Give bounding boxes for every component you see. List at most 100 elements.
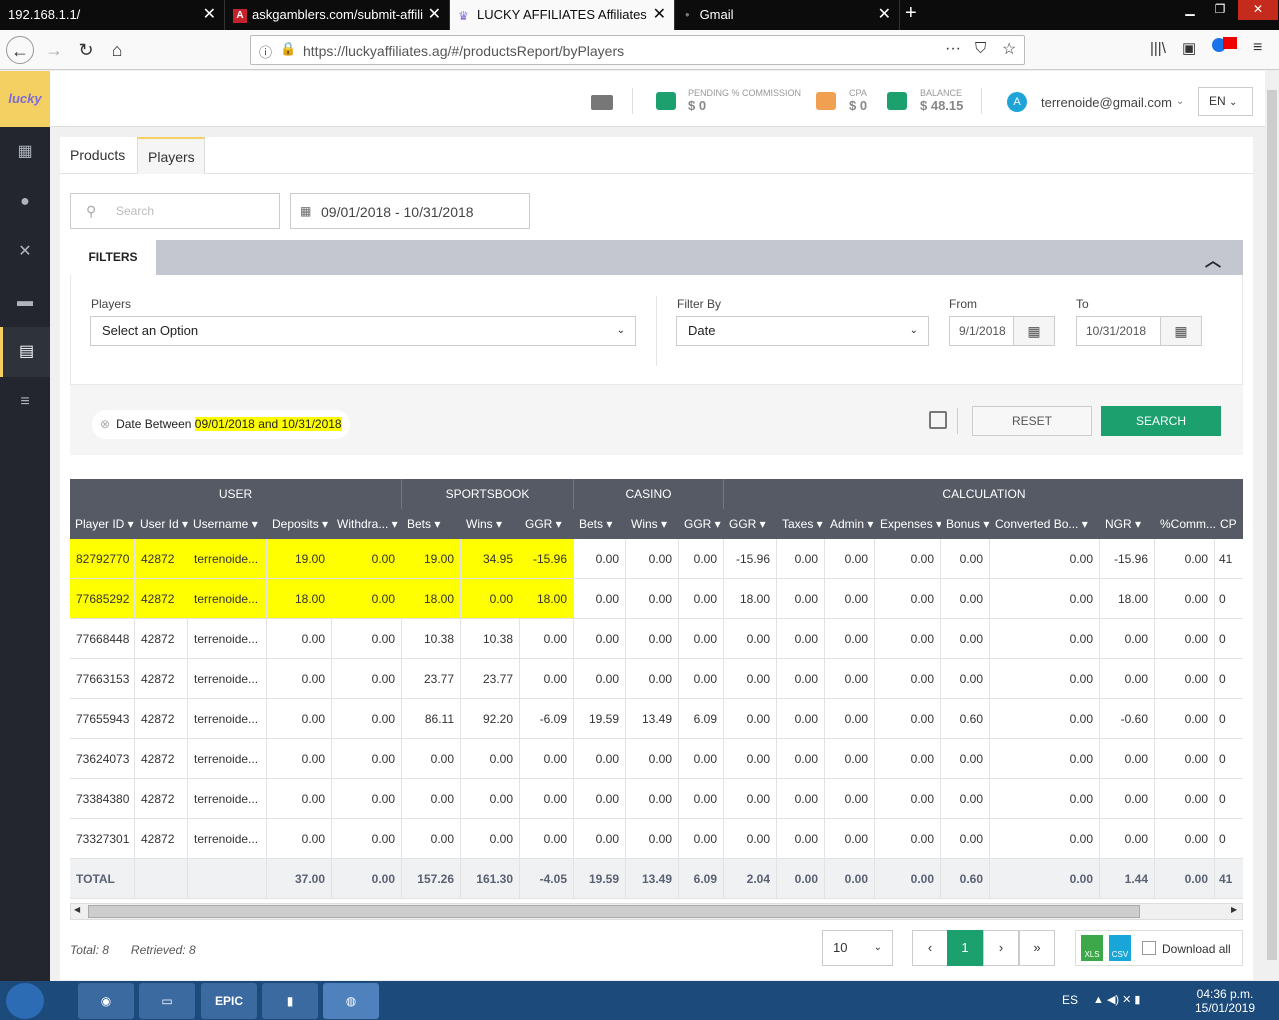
column-header[interactable]: CP xyxy=(1215,509,1243,539)
last-page-button[interactable]: » xyxy=(1019,930,1055,966)
page-1-button[interactable]: 1 xyxy=(947,930,983,966)
card-icon[interactable]: ▬ xyxy=(0,277,50,327)
reset-button[interactable]: RESET xyxy=(972,406,1092,436)
bookmark-star-icon[interactable]: ☆ xyxy=(1002,39,1016,59)
more-icon[interactable]: ··· xyxy=(945,40,961,58)
library-icon[interactable]: |||\ xyxy=(1150,40,1166,57)
home-icon[interactable]: ⌂ xyxy=(103,36,131,64)
column-header[interactable]: %Comm... ▾ xyxy=(1155,509,1215,539)
dashboard-icon[interactable]: ▦ xyxy=(0,127,50,177)
column-header[interactable]: Wins ▾ xyxy=(461,509,520,539)
tab-players[interactable]: Players xyxy=(137,137,205,174)
save-icon[interactable] xyxy=(929,411,947,429)
table-cell: 0.00 xyxy=(875,579,941,619)
firefox-icon[interactable]: ◍ xyxy=(323,983,379,1019)
info-icon[interactable]: ⓘ xyxy=(259,42,272,61)
minimize-icon[interactable]: ▁ xyxy=(1175,0,1205,20)
user-email[interactable]: terrenoide@gmail.com xyxy=(1041,95,1172,110)
calendar-icon[interactable]: ▦ xyxy=(1013,316,1055,346)
table-cell: 77655943 xyxy=(70,699,135,739)
language-select[interactable]: EN ⌄ xyxy=(1198,87,1253,116)
column-header[interactable]: GGR ▾ xyxy=(520,509,574,539)
start-button-icon[interactable] xyxy=(6,983,44,1019)
browser-tab-lucky[interactable]: ♛ LUCKY AFFILIATES Affiliates ✕ xyxy=(450,0,675,30)
chevron-up-icon[interactable]: ︿ xyxy=(1205,247,1221,271)
column-header[interactable]: Wins ▾ xyxy=(626,509,679,539)
column-header[interactable]: Bets ▾ xyxy=(402,509,461,539)
reload-icon[interactable]: ↻ xyxy=(72,36,100,64)
horizontal-scroll-thumb[interactable] xyxy=(88,905,1140,918)
filter-by-select[interactable]: Date ⌄ xyxy=(676,316,929,346)
terminal-icon[interactable]: ▮ xyxy=(262,983,318,1019)
column-header[interactable]: Player ID ▾ xyxy=(70,509,135,539)
close-icon[interactable]: ✕ xyxy=(428,0,441,30)
close-icon[interactable]: ✕ xyxy=(653,0,666,30)
column-header[interactable]: User Id ▾ xyxy=(135,509,188,539)
vertical-scroll-thumb[interactable] xyxy=(1267,90,1277,960)
chrome-icon[interactable]: ◉ xyxy=(78,983,134,1019)
xls-icon[interactable]: XLS xyxy=(1081,935,1103,961)
from-date-input[interactable]: 9/1/2018 xyxy=(949,316,1014,346)
column-header[interactable]: Withdra... ▾ xyxy=(332,509,402,539)
chevron-down-icon[interactable]: ⌄ xyxy=(1176,96,1184,107)
table-cell: 42872 xyxy=(135,619,188,659)
new-tab-button[interactable]: + xyxy=(905,2,917,25)
browser-tab-askgamblers[interactable]: Aaskgamblers.com/submit-affili ✕ xyxy=(225,0,450,30)
column-header[interactable]: Deposits ▾ xyxy=(267,509,332,539)
epic-games-icon[interactable]: EPIC xyxy=(201,983,257,1019)
browser-tab-gmail[interactable]: • Gmail ✕ xyxy=(675,0,900,30)
prev-page-button[interactable]: ‹ xyxy=(912,930,948,966)
menu-icon[interactable]: ≡ xyxy=(1253,39,1262,57)
column-header[interactable]: Username ▾ xyxy=(188,509,267,539)
search-button[interactable]: SEARCH xyxy=(1101,406,1221,436)
table-cell: 0.00 xyxy=(1100,659,1155,699)
pocket-icon[interactable]: ⛉ xyxy=(975,40,986,57)
tab-products[interactable]: Products xyxy=(60,137,135,174)
column-header[interactable]: Bonus ▾ xyxy=(941,509,990,539)
to-date-input[interactable]: 10/31/2018 xyxy=(1076,316,1161,346)
column-header[interactable]: Expenses ▾ xyxy=(875,509,941,539)
browser-tab-router[interactable]: 192.168.1.1/ ✕ xyxy=(0,0,225,30)
scroll-right-icon[interactable]: ▶ xyxy=(1231,905,1237,914)
column-header[interactable]: Converted Bo... ▾ xyxy=(990,509,1100,539)
close-icon[interactable]: ✕ xyxy=(203,0,216,30)
csv-icon[interactable]: CSV xyxy=(1109,935,1131,961)
next-page-button[interactable]: › xyxy=(983,930,1019,966)
players-select[interactable]: Select an Option ⌄ xyxy=(90,316,636,346)
column-header[interactable]: Taxes ▾ xyxy=(777,509,825,539)
mail-icon[interactable] xyxy=(591,95,613,110)
column-header[interactable]: GGR ▾ xyxy=(679,509,724,539)
app-logo[interactable]: lucky xyxy=(0,71,50,127)
close-icon[interactable]: ✕ xyxy=(878,0,891,30)
date-range-input[interactable]: 09/01/2018 - 10/31/2018 xyxy=(290,193,530,229)
tools-icon[interactable]: ✕ xyxy=(0,227,50,277)
clock[interactable]: 04:36 p.m. 15/01/2019 xyxy=(1190,987,1260,1015)
remove-chip-icon[interactable]: ⊗ xyxy=(100,417,110,431)
back-icon[interactable]: ← xyxy=(6,36,34,64)
date-filter-chip: ⊗ Date Between 09/01/2018 and 10/31/2018 xyxy=(92,410,350,439)
tray-icons[interactable]: ▲ ◀) ✕ ▮ xyxy=(1093,993,1140,1006)
page-size-select[interactable]: 10 ⌄ xyxy=(822,930,893,966)
divider xyxy=(957,408,958,434)
forward-icon[interactable]: → xyxy=(40,36,68,64)
search-input[interactable] xyxy=(70,193,280,229)
download-all-checkbox[interactable] xyxy=(1142,941,1156,955)
input-language[interactable]: ES xyxy=(1062,993,1078,1007)
sidebar-toggle-icon[interactable]: ▣ xyxy=(1182,39,1196,57)
column-header[interactable]: Bets ▾ xyxy=(574,509,626,539)
close-window-icon[interactable]: ✕ xyxy=(1238,0,1278,20)
filters-title[interactable]: FILTERS xyxy=(70,240,156,275)
calendar-icon[interactable]: ▦ xyxy=(1160,316,1202,346)
column-header[interactable]: Admin ▾ xyxy=(825,509,875,539)
column-header[interactable]: GGR ▾ xyxy=(724,509,777,539)
user-icon[interactable]: ● xyxy=(0,177,50,227)
explorer-icon[interactable]: ▭ xyxy=(139,983,195,1019)
scroll-left-icon[interactable]: ◀ xyxy=(74,905,80,914)
filter-icon[interactable]: ≡ xyxy=(0,377,50,427)
column-header[interactable]: NGR ▾ xyxy=(1100,509,1155,539)
table-cell: 0.00 xyxy=(724,659,777,699)
restore-icon[interactable]: ❐ xyxy=(1205,0,1235,20)
cpa-label: CPA xyxy=(849,88,867,98)
avatar[interactable]: A xyxy=(1007,92,1027,112)
reports-icon[interactable]: ▤ xyxy=(0,327,50,377)
